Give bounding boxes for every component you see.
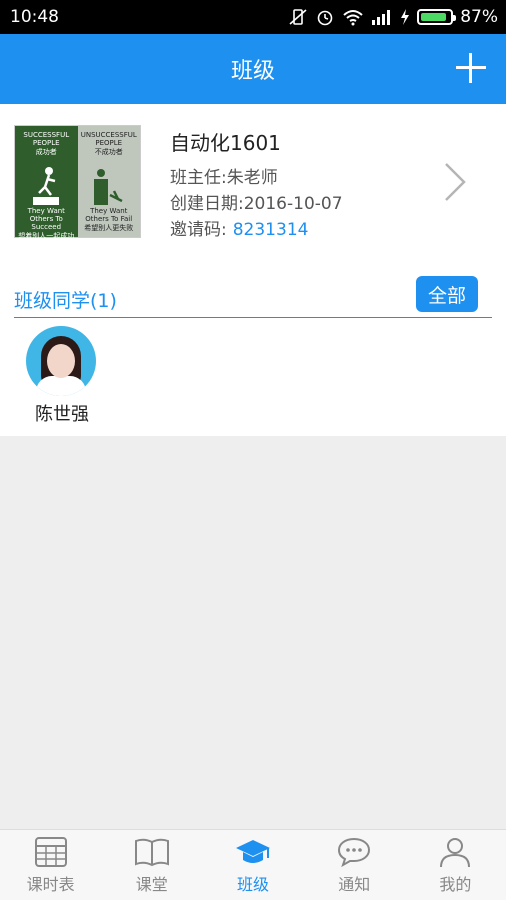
class-created-date: 创建日期:2016-10-07 <box>170 194 343 214</box>
cover-left-panel: SUCCESSFUL PEOPLE 成功者 They Want Others T… <box>15 126 78 240</box>
members-section-header: 班级同学(1) 全部 <box>14 276 492 318</box>
cover-left-title-zh: 成功者 <box>35 148 57 156</box>
person-icon <box>440 837 471 867</box>
battery-icon <box>417 9 457 25</box>
alarm-icon <box>317 10 333 26</box>
tab-label: 课堂 <box>135 874 168 894</box>
view-all-button[interactable]: 全部 <box>416 276 478 312</box>
tab-label: 通知 <box>338 874 371 894</box>
invite-label: 邀请码: <box>170 220 227 240</box>
status-icons: 87% <box>288 7 498 27</box>
tab-notifications[interactable]: 通知 <box>304 830 405 900</box>
cover-left-caption-zh: 想着别人一起成功 <box>18 232 75 240</box>
page-title: 班级 <box>230 59 275 84</box>
timetable-icon <box>34 836 67 867</box>
invite-code-row: 邀请码: 8231314 <box>170 215 308 240</box>
falling-figures-icon <box>93 169 123 205</box>
book-icon <box>134 838 169 866</box>
avatar <box>26 326 96 396</box>
tab-timetable[interactable]: 课时表 <box>0 830 101 900</box>
class-name: 自动化1601 <box>170 131 281 155</box>
cover-right-panel: UNSUCCESSFUL PEOPLE 不成功者 They Want Other… <box>77 126 140 237</box>
cover-right-title-1: UNSUCCESSFUL <box>80 131 137 139</box>
cover-left-caption: They Want Others To Succeed <box>27 207 65 231</box>
status-time: 10:48 <box>10 7 59 27</box>
tab-class[interactable]: 班级 <box>202 830 303 900</box>
battery-level-fill <box>421 13 446 21</box>
vibrate-off-icon <box>289 9 307 25</box>
avatar-face <box>47 344 75 378</box>
app-bar: 班级 <box>0 34 506 104</box>
cover-right-title-2: PEOPLE <box>95 139 123 147</box>
signal-icon <box>372 10 391 25</box>
members-section-title: 班级同学(1) <box>14 290 117 312</box>
tab-classroom[interactable]: 课堂 <box>101 830 202 900</box>
tab-label: 班级 <box>237 874 270 894</box>
member-name: 陈世强 <box>35 404 89 425</box>
cover-left-title-2: PEOPLE <box>32 139 60 147</box>
cover-right-caption-zh: 希望别人更失败 <box>84 224 134 232</box>
climbing-figures-icon <box>33 167 60 205</box>
avatar-body <box>36 376 86 396</box>
tab-profile[interactable]: 我的 <box>405 830 506 900</box>
tab-label: 我的 <box>439 874 472 894</box>
cover-right-caption: They Want Others To Fail <box>85 207 133 223</box>
cover-left-title-1: SUCCESSFUL <box>23 131 70 139</box>
class-cover-image: SUCCESSFUL PEOPLE 成功者 They Want Others T… <box>14 125 141 240</box>
chat-bubble-icon <box>338 837 371 867</box>
chevron-right-icon <box>445 163 466 201</box>
invite-code: 8231314 <box>232 220 309 240</box>
cover-right-title-zh: 不成功者 <box>94 148 123 156</box>
bottom-tab-bar: 课时表 课堂 班级 通知 我的 <box>0 829 506 900</box>
battery-percent: 87% <box>460 7 498 27</box>
charging-icon <box>401 9 410 25</box>
main-content: SUCCESSFUL PEOPLE 成功者 They Want Others T… <box>0 104 506 436</box>
graduation-cap-icon <box>236 839 270 863</box>
class-card[interactable]: SUCCESSFUL PEOPLE 成功者 They Want Others T… <box>0 104 506 264</box>
status-bar: 10:48 87% <box>0 0 506 34</box>
add-class-button[interactable] <box>456 53 486 83</box>
member-item[interactable]: 陈世强 <box>26 326 98 426</box>
class-teacher: 班主任:朱老师 <box>170 168 278 188</box>
tab-label: 课时表 <box>26 874 75 894</box>
wifi-icon <box>343 10 363 26</box>
